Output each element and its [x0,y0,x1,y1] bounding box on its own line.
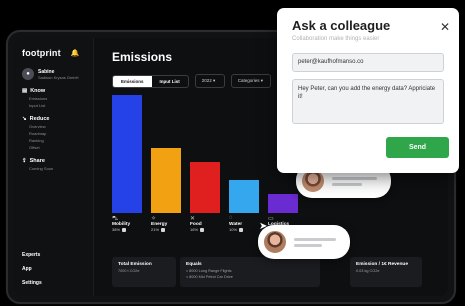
avatar: ● [22,68,34,80]
sidebar: footprint 🔔 ● Sabine Sadison Krysos GmbH… [14,38,94,296]
category-mobility[interactable]: ⛍ Mobility 38% [112,215,148,232]
year-dropdown[interactable]: 2022 ▾ [194,74,225,88]
bar-energy[interactable] [151,148,181,213]
nav-item-reduce[interactable]: ↘ Reduce [22,116,85,122]
nav-item-app[interactable]: App [22,266,42,272]
card-value: 7000 t CO2e [118,269,140,273]
nav-group-know: ▤ Know Emissions Input List [22,88,85,108]
checkbox[interactable] [200,227,205,232]
mouse-cursor-icon: ➤ [259,221,268,232]
nav-item-know[interactable]: ▤ Know [22,88,85,94]
nav-item-share[interactable]: ⇪ Share [22,158,85,164]
food-icon: ✕ [190,216,196,222]
message-textarea[interactable]: Hey Peter, can you add the energy data? … [292,79,444,124]
checkbox[interactable] [122,227,127,232]
category-energy[interactable]: ✧ Energy 21% [151,215,187,232]
card-title: Equals [186,262,202,267]
nav-label: Know [30,88,46,94]
dialog-title: Ask a colleague [292,18,391,33]
bar-mobility[interactable] [112,95,142,213]
nav-item-experts[interactable]: Experts [22,252,42,258]
categories-value: Categories [237,78,260,83]
logo-text: footprint [22,48,61,58]
ask-colleague-dialog: Ask a colleague Collaboration make thing… [277,8,459,173]
card-total-emission: Total Emission 7000 t CO2e [112,257,176,287]
truck-icon: ▭ [268,216,274,222]
nav-item-ranking[interactable]: Ranking [29,138,85,143]
colleague-bubble-2[interactable] [258,225,350,259]
category-pct: 21% [151,227,160,232]
nav-group-reduce: ↘ Reduce Overview Roadmap Ranking Offset [22,116,85,150]
nav-item-coming-soon: Coming Soon [29,166,54,171]
category-food[interactable]: ✕ Food 16% [190,215,226,232]
close-icon[interactable]: ✕ [440,20,450,34]
nav-group-share: ⇪ Share Coming Soon [22,158,85,171]
card-value-2: ≈ 8000 Mid Petrol Car Drive [186,275,233,279]
view-tabs: Emissions Input List [112,74,189,88]
nav-label: Share [29,158,45,164]
card-emission-per-revenue: Emission / 1€ Revenue 0.03 kg CO2e [350,257,422,287]
categories-dropdown[interactable]: Categories ▾ [230,74,271,88]
placeholder-lines [332,174,377,189]
category-pct: 10% [229,227,238,232]
year-value: 2022 [201,78,212,83]
bolt-icon: ✧ [151,216,157,222]
page-title: Emissions [112,50,173,64]
bell-icon[interactable]: 🔔 [71,49,80,57]
car-icon: ⛍ [112,216,119,222]
nav-item-settings[interactable]: Settings [22,280,42,286]
card-equals: Equals ≈ 8000 Long Range Flights ≈ 8000 … [180,257,320,287]
bar-water[interactable] [229,179,259,213]
placeholder-lines [294,235,336,250]
card-value: 0.03 kg CO2e [356,269,380,273]
card-value: ≈ 8000 Long Range Flights [186,269,232,273]
chevron-down-icon: ▾ [213,78,216,83]
card-title: Emission / 1€ Revenue [356,262,408,267]
send-button[interactable]: Send [386,137,449,158]
avatar [262,229,288,255]
checkbox[interactable] [161,227,166,232]
reduce-icon: ↘ [22,116,27,122]
email-field[interactable]: peter@kaufhofmanso.co [292,53,444,72]
logo[interactable]: footprint 🔔 [22,48,85,58]
nav-item-roadmap[interactable]: Roadmap [29,131,85,136]
bar-logistics[interactable] [268,194,298,213]
category-pct: 16% [190,227,199,232]
share-icon: ⇪ [22,158,27,164]
nav-item-offset[interactable]: Offset [29,145,85,150]
tab-input-list[interactable]: Input List [152,76,188,87]
card-title: Total Emission [118,262,152,267]
sidebar-bottom: Experts App Settings [22,244,42,286]
checkbox[interactable] [239,227,244,232]
tab-emissions[interactable]: Emissions [113,75,152,87]
category-pct: 38% [112,227,121,232]
bar-food[interactable] [190,162,220,213]
document-icon: ▤ [22,88,28,94]
nav-label: Reduce [29,116,50,122]
dialog-subtitle: Collaboration make things easier [292,36,380,42]
user-profile[interactable]: ● Sabine Sadison Krysos GmbH [22,68,85,80]
chevron-down-icon: ▾ [260,78,264,83]
nav-item-input-list[interactable]: Input List [29,103,85,108]
nav-item-emissions[interactable]: Emissions [29,96,85,101]
nav-item-overview[interactable]: Overview [29,124,85,129]
user-company: Sadison Krysos GmbH [38,74,79,80]
toolbar: Emissions Input List 2022 ▾ Categories ▾ [112,74,271,88]
